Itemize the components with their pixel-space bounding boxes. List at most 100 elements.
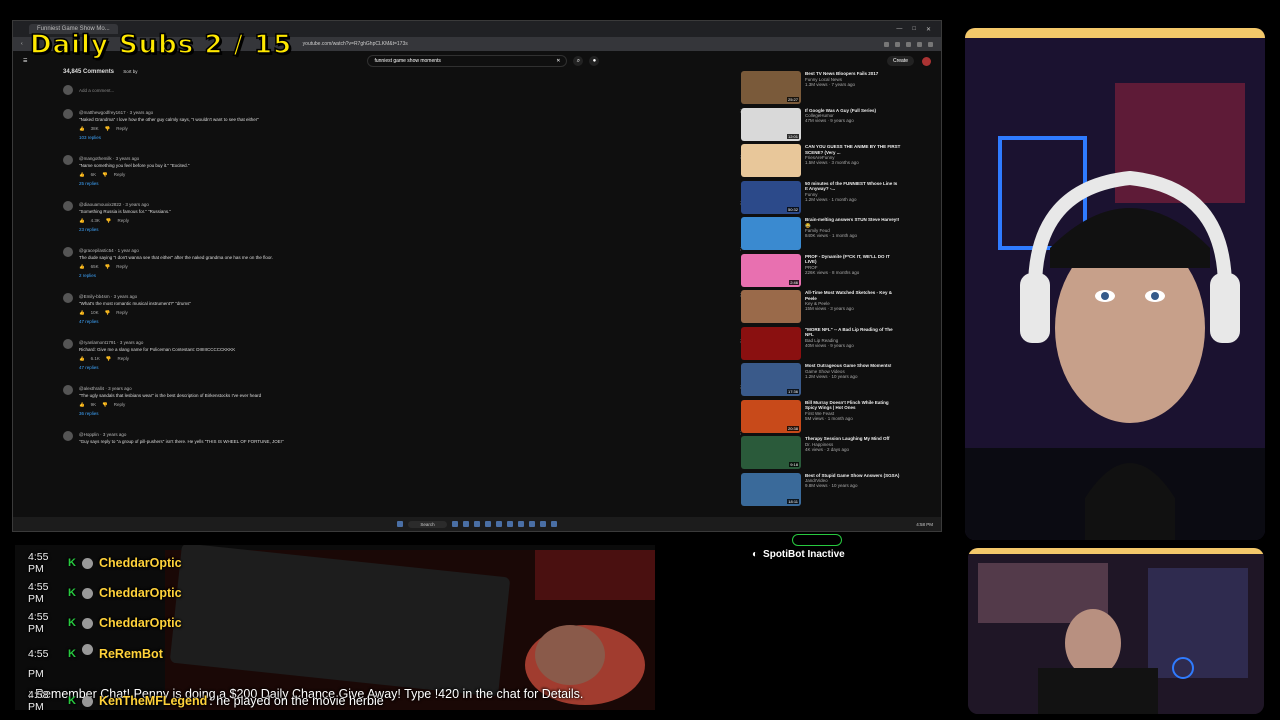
comment-author[interactable]: @mangothemilk · 3 years ago [79,155,743,162]
add-comment[interactable]: Add a comment... [63,85,743,95]
avatar[interactable] [63,155,73,165]
maximize-icon[interactable]: □ [912,26,916,33]
comment-author[interactable]: @diaouamouxix2822 · 3 years ago [79,201,743,208]
video-title[interactable]: Bill Murray Doesn't Flinch While Eating … [805,400,901,411]
dislike-icon[interactable]: 👎 [106,355,112,362]
recommended-video[interactable]: "MORE NFL" -- A Bad Lip Reading of The N… [741,326,901,364]
like-icon[interactable]: 👍 [79,401,85,408]
extension-icon[interactable] [895,41,900,47]
like-icon[interactable]: 👍 [79,171,85,178]
video-title[interactable]: 50 minutes of the FUNNIEST Whose Line Is… [805,181,901,192]
reply-button[interactable]: Reply [116,125,128,132]
account-avatar[interactable] [922,56,931,66]
taskbar-search[interactable]: Search [408,520,447,528]
comment-author[interactable]: @gracepilastic54 · 1 year ago [79,247,743,254]
view-replies-button[interactable]: 23 replies [79,226,743,233]
avatar[interactable] [63,247,73,257]
extension-icon[interactable] [928,41,933,47]
reply-button[interactable]: Reply [116,263,128,270]
avatar[interactable] [63,385,73,395]
minimize-icon[interactable]: — [896,26,902,33]
search-input[interactable]: funniest game show moments [374,58,556,64]
video-thumbnail[interactable]: 25:27 [741,71,801,104]
microphone-icon[interactable]: ● [589,56,600,66]
recommended-video[interactable]: 50:32 50 minutes of the FUNNIEST Whose Li… [741,180,901,218]
like-icon[interactable]: 👍 [79,263,85,270]
extension-icon[interactable] [884,41,889,47]
avatar[interactable] [63,109,73,119]
comment-author[interactable]: @ryanlamont1791 · 3 years ago [79,339,743,346]
reply-button[interactable]: Reply [114,171,126,178]
view-replies-button[interactable]: 25 replies [79,180,743,187]
recommended-video[interactable]: 18:11 Best of Stupid Game Show Answers (S… [741,472,901,510]
recommended-video[interactable]: 2:46 PROF - Dynamite (F*CK IT, WE'LL DO I… [741,253,901,291]
dislike-icon[interactable]: 👎 [102,171,108,178]
avatar[interactable] [63,293,73,303]
dislike-icon[interactable]: 👎 [106,217,112,224]
clear-icon[interactable]: ✕ [556,58,560,64]
app-icon[interactable] [517,521,524,527]
video-title[interactable]: PROF - Dynamite (F*CK IT, WE'LL DO IT LI… [805,254,901,265]
app-icon[interactable] [506,521,513,527]
video-thumbnail[interactable]: 18:11 [741,472,801,506]
video-thumbnail[interactable]: 50:32 [741,180,801,214]
recommended-video[interactable]: All-Time Most Watched Sketches - Key & P… [741,290,901,327]
create-button[interactable]: Create [886,56,914,66]
video-title[interactable]: CAN YOU GUESS THE ANIME BY THE FIRST SCE… [805,144,901,155]
reply-button[interactable]: Reply [117,217,129,224]
comment-author[interactable]: @matthewgodfrey1617 · 3 years ago [79,109,743,116]
video-thumbnail[interactable]: 9:18 [741,436,801,469]
recommended-video[interactable]: CAN YOU GUESS THE ANIME BY THE FIRST SCE… [741,144,901,181]
extension-icon[interactable] [906,41,911,47]
like-icon[interactable]: 👍 [79,217,85,224]
reply-button[interactable]: Reply [117,355,129,362]
video-thumbnail[interactable]: 2:46 [741,253,801,287]
view-replies-button[interactable]: 47 replies [79,318,743,325]
search-icon[interactable]: ⌕ [573,56,584,66]
recommended-video[interactable]: 20:38 Bill Murray Doesn't Flinch While Ea… [741,399,901,437]
avatar[interactable] [63,201,73,211]
video-thumbnail[interactable] [741,326,801,360]
app-icon[interactable] [462,521,469,527]
recommended-video[interactable]: 12:01 If Google Was A Guy (Full Series) Co… [741,107,901,145]
avatar[interactable] [63,339,73,349]
video-title[interactable]: Therapy Session Laughing My Mind Off [805,436,890,442]
recommended-video[interactable]: Brain-melting answers STUN Steve Harvey!… [741,217,901,254]
search-box[interactable]: funniest game show moments ✕ [367,55,568,67]
like-icon[interactable]: 👍 [79,355,85,362]
menu-icon[interactable]: ☰ [23,58,27,64]
reply-button[interactable]: Reply [114,401,126,408]
video-title[interactable]: All-Time Most Watched Sketches - Key & P… [805,290,901,301]
view-replies-button[interactable]: 36 replies [79,410,743,417]
app-icon[interactable] [550,521,557,527]
like-icon[interactable]: 👍 [79,125,85,132]
app-icon[interactable] [473,521,480,527]
comment-author[interactable]: @alexthrall4 · 3 years ago [79,385,743,392]
extension-icon[interactable] [917,41,922,47]
avatar[interactable] [63,431,73,441]
add-comment-input[interactable]: Add a comment... [79,88,114,93]
dislike-icon[interactable]: 👎 [105,125,111,132]
reply-button[interactable]: Reply [116,309,128,316]
close-icon[interactable]: ✕ [926,26,931,33]
video-title[interactable]: Brain-melting answers STUN Steve Harvey!… [805,217,901,228]
video-thumbnail[interactable]: 12:01 [741,107,801,141]
dislike-icon[interactable]: 👎 [102,401,108,408]
video-thumbnail[interactable]: 17:36 [741,363,801,396]
like-icon[interactable]: 👍 [79,309,85,316]
dislike-icon[interactable]: 👎 [105,263,111,270]
video-title[interactable]: Most Outrageous Game Show Moments! [805,363,892,369]
app-icon[interactable] [495,521,502,527]
app-icon[interactable] [539,521,546,527]
video-thumbnail[interactable]: 20:38 [741,399,801,433]
recommended-video[interactable]: 9:18 Therapy Session Laughing My Mind Off… [741,436,901,473]
dislike-icon[interactable]: 👎 [105,309,111,316]
view-replies-button[interactable]: 2 replies [79,272,743,279]
app-icon[interactable] [451,521,458,527]
app-icon[interactable] [484,521,491,527]
video-thumbnail[interactable] [741,217,801,250]
comment-author[interactable]: @Emily-bb4sm · 3 years ago [79,293,743,300]
recommended-video[interactable]: 25:27 Best TV News Bloopers Fails 2017 Fun… [741,71,901,108]
start-icon[interactable] [397,521,404,527]
sort-button[interactable]: Sort by [123,69,137,74]
